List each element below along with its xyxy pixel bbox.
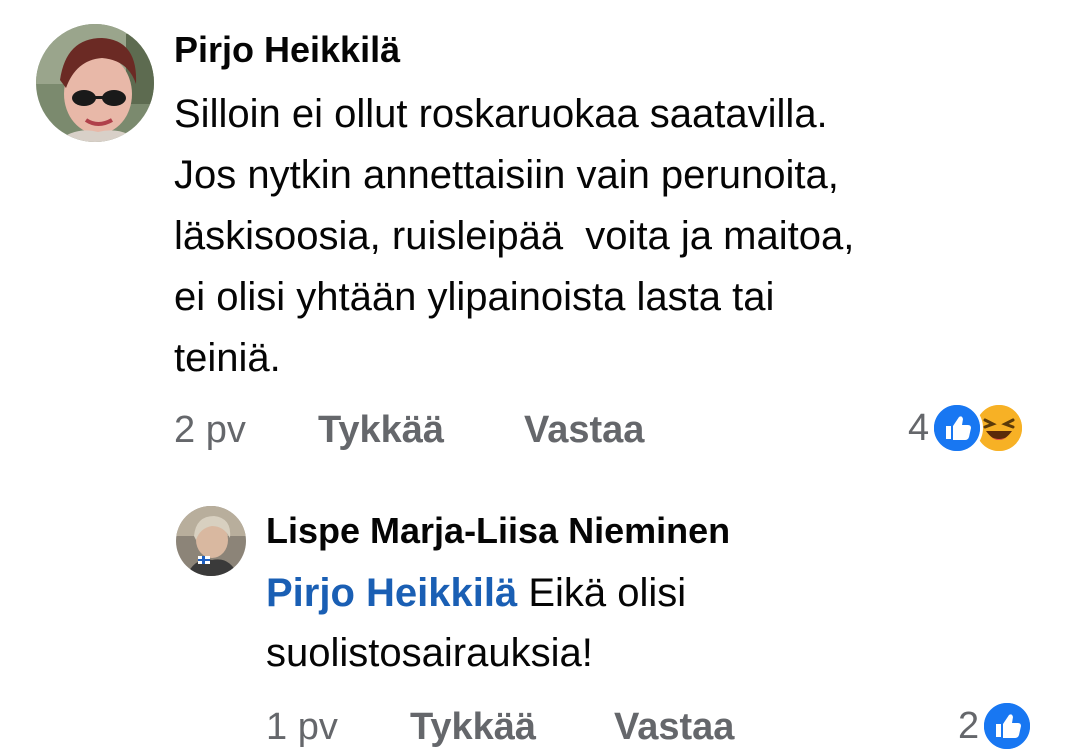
reply-button[interactable]: Vastaa [524,405,644,455]
comment-timestamp[interactable]: 2 pv [174,409,246,451]
like-button-label: Tykkää [410,706,537,748]
reaction-summary[interactable]: 4 [908,400,1026,456]
comment-author[interactable]: Pirjo Heikkilä [174,28,400,72]
comment-text-line: Jos nytkin annettaisiin vain perunoita, [174,153,839,197]
mention-link[interactable]: Pirjo Heikkilä [266,571,517,615]
reply-text: Pirjo Heikkilä Eikä olisi suolistosairau… [266,563,686,683]
comment-pirjo: Pirjo Heikkilä Silloin ei ollut roskaruo… [0,0,1080,470]
reaction-count: 2 [958,704,980,747]
reply-button-label: Vastaa [614,706,735,748]
reply-author[interactable]: Lispe Marja-Liisa Nieminen [266,509,730,553]
reply-like-button[interactable]: Tykkää [410,702,536,752]
comment-text-line: ei olisi yhtään ylipainoista lasta tai [174,275,775,319]
reply-comment-lispe: Lispe Marja-Liisa Nieminen Pirjo Heikkil… [0,470,1080,752]
reply-text-line: Pirjo Heikkilä Eikä olisi [266,563,686,623]
reply-text-line: suolistosairauksia! [266,631,593,675]
reply-text-rest: Eikä olisi [517,571,687,615]
comment-meta-row: 2 pv [174,405,246,455]
avatar-photo-icon [176,506,246,576]
like-button[interactable]: Tykkää [318,405,444,455]
comment-text-line: läskisoosia, ruisleipää voita ja maitoa, [174,214,855,258]
avatar-pirjo[interactable] [36,24,154,142]
like-icon [981,700,1034,752]
comment-text-line: teiniä. [174,336,281,380]
reply-reply-button[interactable]: Vastaa [614,702,734,752]
avatar-photo-icon [36,24,154,142]
reaction-count: 4 [908,406,930,449]
like-icon [931,402,984,454]
avatar-lispe[interactable] [176,506,246,576]
reply-meta-row: 1 pv [266,702,338,752]
reply-timestamp[interactable]: 1 pv [266,706,338,748]
reply-button-label: Vastaa [524,409,645,451]
comment-text: Silloin ei ollut roskaruokaa saatavilla.… [174,84,854,389]
like-button-label: Tykkää [318,409,445,451]
reply-reaction-summary[interactable]: 2 [958,698,1034,754]
comment-text-line: Silloin ei ollut roskaruokaa saatavilla. [174,92,828,136]
